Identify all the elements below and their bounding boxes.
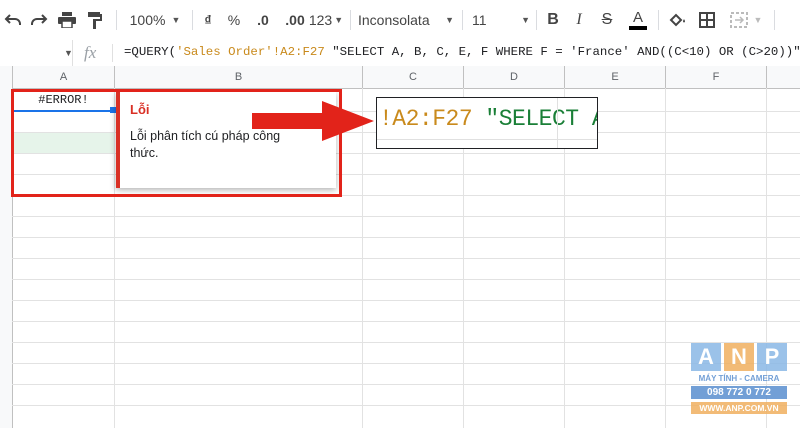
chevron-down-icon: ▼: [171, 15, 181, 25]
formula-prefix: =QUERY(: [124, 45, 177, 59]
zoom-callout-grid-line: [377, 139, 597, 140]
print-icon[interactable]: [56, 8, 78, 32]
grid-line: [12, 384, 800, 385]
column-header-b[interactable]: B: [115, 66, 363, 88]
italic-button[interactable]: I: [568, 8, 590, 32]
chevron-down-icon: ▼: [64, 48, 73, 58]
zoom-select[interactable]: 100% ▼: [124, 8, 186, 32]
currency-format-button[interactable]: ₫: [198, 8, 218, 32]
grid-line: [12, 216, 800, 217]
grid-line: [12, 258, 800, 259]
redo-icon[interactable]: [28, 8, 50, 32]
text-color-label: A: [632, 9, 643, 26]
formula-range-ref: 'Sales Order'!A2:F27: [176, 45, 325, 59]
toolbar-divider: [536, 10, 537, 30]
font-size-value: 11: [472, 12, 487, 28]
watermark-letter-a: A: [691, 343, 721, 371]
toolbar-divider: [192, 10, 193, 30]
bold-button[interactable]: B: [542, 8, 564, 32]
decrease-decimal-button[interactable]: .0: [250, 8, 276, 32]
chevron-down-icon: ▼: [521, 15, 530, 25]
zoom-callout-grid-line: [557, 98, 558, 148]
zoom-value: 100%: [129, 12, 166, 28]
toolbar-divider: [658, 10, 659, 30]
font-family-select[interactable]: Inconsolata ▼: [358, 8, 454, 32]
fx-icon: fx: [84, 43, 97, 62]
text-color-swatch: [629, 26, 647, 30]
toolbar-divider: [116, 10, 117, 30]
increase-decimal-button[interactable]: .00: [280, 8, 310, 32]
font-size-select[interactable]: 11 ▼: [472, 8, 530, 32]
formula-query: "SELECT A, B, C, E, F WHERE F = 'France'…: [324, 45, 800, 59]
grid-line: [12, 342, 800, 343]
grid-line: [12, 237, 800, 238]
percent-format-button[interactable]: %: [224, 8, 244, 32]
select-all-corner[interactable]: [0, 66, 13, 88]
borders-icon[interactable]: [696, 8, 718, 32]
watermark-letter-p: P: [757, 343, 787, 371]
grid-line: [12, 279, 800, 280]
column-header-e[interactable]: E: [565, 66, 666, 88]
strikethrough-button[interactable]: S: [596, 8, 618, 32]
zoom-callout: !A2:F27 "SELECT A,: [376, 97, 598, 149]
toolbar-divider: [350, 10, 351, 30]
paint-format-icon[interactable]: [84, 8, 106, 32]
increase-decimal-label: .00: [285, 12, 305, 28]
merge-cells-icon[interactable]: ▼: [726, 8, 766, 32]
zoom-callout-query: "SELECT A,: [485, 106, 597, 132]
number-format-select[interactable]: 123 ▼: [308, 8, 344, 32]
name-box[interactable]: ▼: [0, 40, 73, 66]
undo-icon[interactable]: [2, 8, 24, 32]
fill-color-icon[interactable]: [666, 8, 688, 32]
font-family-value: Inconsolata: [358, 12, 430, 28]
annotation-arrow-icon: [252, 101, 374, 141]
number-format-label: 123: [308, 12, 333, 28]
decrease-decimal-label: .0: [257, 12, 269, 28]
grid-line: [12, 300, 800, 301]
watermark-phone: 098 772 0 772: [691, 386, 787, 399]
watermark-tagline: MÁY TÍNH - CAMERA: [698, 374, 780, 383]
grid-line: [12, 363, 800, 364]
zoom-callout-range: !A2:F27: [379, 106, 473, 132]
column-header-d[interactable]: D: [464, 66, 565, 88]
zoom-callout-text: !A2:F27 "SELECT A,: [379, 106, 597, 132]
watermark-website: WWW.ANP.COM.VN: [691, 402, 787, 414]
toolbar-divider: [774, 10, 775, 30]
anp-watermark-logo: A N P MÁY TÍNH - CAMERA 098 772 0 772 WW…: [691, 343, 789, 418]
chevron-down-icon: ▼: [334, 15, 344, 25]
grid-line: [12, 405, 800, 406]
formula-input[interactable]: =QUERY('Sales Order'!A2:F27 "SELECT A, B…: [124, 45, 800, 59]
text-color-button[interactable]: A: [626, 8, 650, 32]
toolbar-divider: [462, 10, 463, 30]
formula-divider: [112, 44, 113, 62]
grid-line: [12, 321, 800, 322]
chevron-down-icon: ▼: [445, 15, 454, 25]
watermark-letter-n: N: [724, 343, 754, 371]
chevron-down-icon: ▼: [753, 15, 763, 25]
column-header-a[interactable]: A: [13, 66, 115, 88]
column-header-c[interactable]: C: [363, 66, 464, 88]
column-header-f[interactable]: F: [666, 66, 767, 88]
